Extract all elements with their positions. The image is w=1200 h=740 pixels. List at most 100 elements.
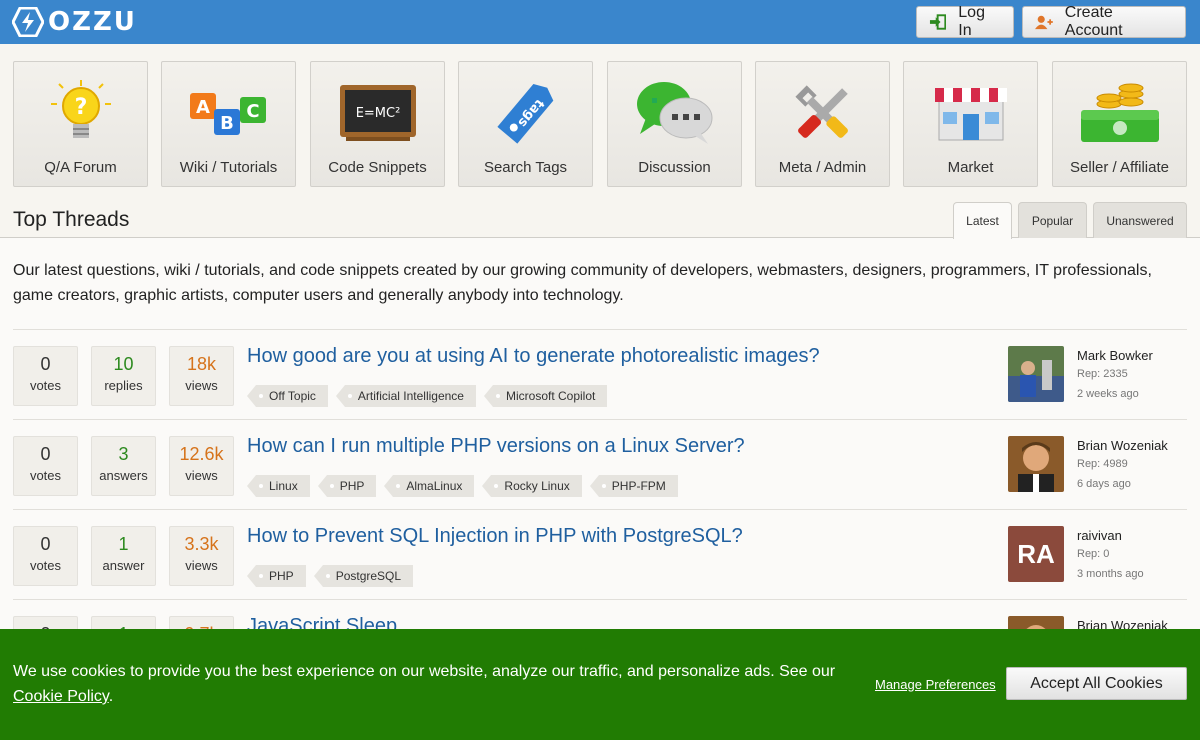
answers-stat: 1 answer <box>91 526 156 586</box>
views-stat: 18k views <box>169 346 234 406</box>
tile-label: Wiki / Tutorials <box>179 159 278 176</box>
tile-meta-admin[interactable]: Meta / Admin <box>755 61 890 187</box>
replies-stat: 10 replies <box>91 346 156 406</box>
user-photo <box>1008 346 1064 402</box>
speech-bubbles-icon <box>636 82 712 144</box>
tag-list: Off Topic Artificial Intelligence Micros… <box>247 385 615 407</box>
thread-row: 0 votes 10 replies 18k views How good are y… <box>13 329 1187 419</box>
tag-list: PHP PostgreSQL <box>247 565 421 587</box>
user-name[interactable]: Brian Wozeniak <box>1077 438 1168 453</box>
svg-text:B: B <box>220 113 234 134</box>
avatar-initials[interactable]: RA <box>1008 526 1064 582</box>
votes-label: votes <box>29 468 62 483</box>
logo-icon <box>12 7 44 37</box>
votes-count: 0 <box>40 354 51 374</box>
avatar[interactable] <box>1008 346 1064 402</box>
tag-list: Linux PHP AlmaLinux Rocky Linux PHP-FPM <box>247 475 686 497</box>
login-label: Log In <box>958 4 985 39</box>
thread-title-link[interactable]: How to Prevent SQL Injection in PHP with… <box>247 525 743 548</box>
tile-market[interactable]: Market <box>903 61 1038 187</box>
svg-text:A: A <box>196 97 210 118</box>
tile-label: Q/A Forum <box>44 159 117 176</box>
tile-discussion[interactable]: Discussion <box>607 61 742 187</box>
tag[interactable]: Microsoft Copilot <box>483 385 608 407</box>
votes-stat: 0 votes <box>13 346 78 406</box>
tag[interactable]: PHP <box>317 475 377 497</box>
views-stat: 12.6k views <box>169 436 234 496</box>
manage-preferences-link[interactable]: Manage Preferences <box>875 677 996 692</box>
views-stat: 3.3k views <box>169 526 234 586</box>
brand-name: OZZU <box>48 7 137 37</box>
tile-seller-affiliate[interactable]: Seller / Affiliate <box>1052 61 1187 187</box>
create-account-label: Create Account <box>1064 4 1123 39</box>
login-button[interactable]: Log In <box>916 4 1014 39</box>
thread-row: 0 votes 3 answers 12.6k views How can I run… <box>13 419 1187 509</box>
add-user-icon <box>1035 15 1053 30</box>
tile-label: Seller / Affiliate <box>1070 159 1169 176</box>
votes-count: 0 <box>40 534 51 554</box>
votes-stat: 0 votes <box>13 526 78 586</box>
post-time: 3 months ago <box>1077 568 1144 580</box>
section-title: Top Threads <box>13 208 130 231</box>
money-stack-icon <box>1080 83 1159 142</box>
avatar[interactable] <box>1008 436 1064 492</box>
user-name[interactable]: raivivan <box>1077 528 1122 543</box>
tag[interactable]: Artificial Intelligence <box>335 385 476 407</box>
answers-label: answers <box>99 468 148 483</box>
tile-wiki-tutorials[interactable]: A B C Wiki / Tutorials <box>161 61 296 187</box>
user-rep: Rep: 4989 <box>1077 458 1128 470</box>
user-name[interactable]: Mark Bowker <box>1077 348 1153 363</box>
tools-icon <box>794 85 848 138</box>
tag[interactable]: PHP-FPM <box>589 475 678 497</box>
svg-text:?: ? <box>74 95 87 120</box>
svg-text:E=MC²: E=MC² <box>355 106 400 121</box>
tile-code-snippets[interactable]: E=MC² Code Snippets <box>310 61 445 187</box>
ozzu-logo[interactable]: OZZU <box>12 7 137 37</box>
views-count: 12.6k <box>179 444 224 464</box>
storefront-icon <box>934 88 1007 141</box>
views-label: views <box>185 558 218 573</box>
tag[interactable]: Linux <box>247 475 310 497</box>
replies-label: replies <box>104 378 143 393</box>
post-time: 6 days ago <box>1077 478 1131 490</box>
thread-title-link[interactable]: How good are you at using AI to generate… <box>247 345 820 368</box>
category-tiles: ? Q/A Forum A B C Wiki / Tutorials E=MC²… <box>13 61 1187 187</box>
tile-qa-forum[interactable]: ? Q/A Forum <box>13 61 148 187</box>
answers-count: 1 <box>118 534 129 554</box>
votes-stat: 0 votes <box>13 436 78 496</box>
thread-title-link[interactable]: How can I run multiple PHP versions on a… <box>247 435 745 458</box>
tile-search-tags[interactable]: tags Search Tags <box>458 61 593 187</box>
tile-label: Code Snippets <box>328 159 427 176</box>
tag[interactable]: AlmaLinux <box>384 475 475 497</box>
answers-stat: 3 answers <box>91 436 156 496</box>
tag[interactable]: Off Topic <box>247 385 328 407</box>
tag[interactable]: PostgreSQL <box>313 565 414 587</box>
tab-popular[interactable]: Popular <box>1018 202 1087 238</box>
user-rep: Rep: 2335 <box>1077 368 1128 380</box>
user-photo <box>1008 436 1064 492</box>
tag[interactable]: PHP <box>247 565 306 587</box>
cookie-text: We use cookies to provide you the best e… <box>13 663 836 680</box>
svg-text:C: C <box>246 101 259 122</box>
votes-label: votes <box>29 378 62 393</box>
tab-unanswered[interactable]: Unanswered <box>1093 202 1187 238</box>
tile-label: Market <box>947 159 994 176</box>
tile-label: Discussion <box>638 159 711 176</box>
lightbulb-icon: ? <box>50 80 111 138</box>
thread-tabs: Latest Popular Unanswered <box>953 202 1187 239</box>
login-icon <box>929 14 947 30</box>
tab-latest[interactable]: Latest <box>953 202 1012 239</box>
abc-blocks-icon: A B C <box>189 93 266 135</box>
top-bar: OZZU Log In Create Account <box>0 0 1200 44</box>
accept-cookies-button[interactable]: Accept All Cookies <box>1006 667 1187 700</box>
replies-count: 10 <box>113 354 134 374</box>
votes-count: 0 <box>40 444 51 464</box>
chalkboard-icon: E=MC² <box>339 85 416 141</box>
answers-count: 3 <box>118 444 129 464</box>
tag-icon: tags <box>496 83 553 144</box>
cookie-policy-link[interactable]: Cookie Policy <box>13 688 109 705</box>
tag[interactable]: Rocky Linux <box>482 475 582 497</box>
views-count: 18k <box>186 354 217 374</box>
post-time: 2 weeks ago <box>1077 388 1139 400</box>
create-account-button[interactable]: Create Account <box>1022 4 1186 39</box>
